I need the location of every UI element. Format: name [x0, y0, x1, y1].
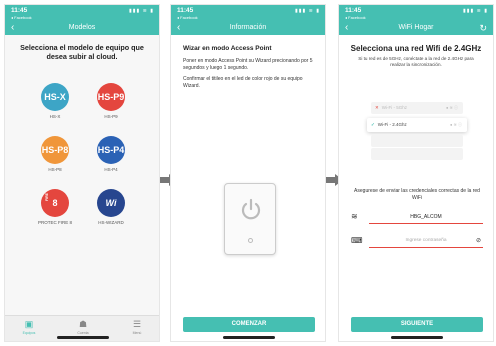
- back-chevron-icon[interactable]: ‹: [11, 22, 14, 33]
- tab-cuenta[interactable]: ☗ Cuenta: [63, 319, 103, 335]
- wizard-device-illustration: [224, 183, 276, 255]
- wifi-option-label: Wi-Fi - 5Ghz: [381, 105, 408, 110]
- nav-bar: ‹ Modelos: [5, 22, 159, 35]
- refresh-icon[interactable]: ↻: [479, 22, 487, 34]
- tab-label: Menú: [132, 331, 142, 335]
- status-bar: 11:45 ◂ Facebook ▮▮▮ ≋ ▮: [171, 5, 325, 22]
- status-signal-icons: ▮▮▮ ≋ ▮: [463, 8, 488, 14]
- wifi-option-placeholder: [371, 148, 463, 160]
- status-bar: 11:45 ◂ Facebook ▮▮▮ ≋ ▮: [339, 5, 493, 22]
- keyboard-icon: ⌨: [351, 236, 363, 245]
- eye-slash-icon[interactable]: ⊘: [476, 237, 481, 245]
- ssid-field[interactable]: HBG_ALCOM: [369, 211, 483, 224]
- status-carrier: ◂ Facebook: [345, 15, 366, 20]
- model-label: HS-WIZARD: [98, 220, 124, 225]
- nav-title: Modelos: [68, 24, 96, 31]
- wifi-signal-icon: ● ≋ ⓘ: [446, 105, 458, 110]
- tab-equipos[interactable]: ▣ Equipos: [9, 319, 49, 335]
- wifi-subtitle: Si tu red es de 5GHz, conéctate a la red…: [358, 56, 474, 67]
- model-hs-x[interactable]: HS-X HS-X: [33, 83, 77, 119]
- protec-fire-logo-icon: FIRE 8: [41, 189, 69, 217]
- model-label: PROTEC FIRE 8: [37, 220, 72, 225]
- menu-icon: ☰: [132, 319, 142, 329]
- phone-screen-wifi: 11:45 ◂ Facebook ▮▮▮ ≋ ▮ ‹ WiFi Hogar ↻ …: [338, 4, 494, 342]
- wifi-option-2-4ghz[interactable]: ✓ Wi-Fi - 2.4Ghz ● ≋ ⓘ: [367, 118, 467, 132]
- check-icon: ✓: [371, 122, 375, 127]
- model-hs-wizard[interactable]: Wi HS-WIZARD: [89, 189, 133, 225]
- hs-p9-logo-icon: HS-P9: [97, 83, 125, 111]
- status-carrier: ◂ Facebook: [11, 15, 32, 20]
- next-button[interactable]: SIGUIENTE: [351, 317, 483, 332]
- model-label: HS-P4: [104, 167, 118, 172]
- nav-bar: ‹ WiFi Hogar ↻: [339, 22, 493, 35]
- credentials-note: Asegurese de enviar las credenciales cor…: [354, 188, 480, 201]
- status-bar: 11:45 ◂ Facebook ▮▮▮ ≋ ▮: [5, 5, 159, 22]
- devices-icon: ▣: [24, 319, 34, 329]
- status-carrier: ◂ Facebook: [177, 15, 198, 20]
- back-chevron-icon[interactable]: ‹: [177, 22, 180, 33]
- status-signal-icons: ▮▮▮ ≋ ▮: [129, 8, 154, 14]
- home-indicator: [223, 336, 275, 339]
- wifi-option-5ghz[interactable]: ✕ Wi-Fi - 5Ghz ● ≋ ⓘ: [371, 102, 463, 114]
- hs-p8-logo-icon: HS-P8: [41, 136, 69, 164]
- hs-wizard-logo-icon: Wi: [97, 189, 125, 217]
- model-label: HS-P9: [104, 114, 118, 119]
- led-indicator: [248, 238, 253, 243]
- account-icon: ☗: [78, 319, 88, 329]
- home-indicator: [57, 336, 109, 339]
- tab-label: Cuenta: [77, 331, 89, 335]
- power-icon: [241, 198, 261, 220]
- start-button[interactable]: COMENZAR: [183, 317, 315, 332]
- models-heading: Selecciona el modelo de equipo que desea…: [20, 43, 144, 61]
- back-chevron-icon[interactable]: ‹: [345, 22, 348, 33]
- model-hs-p8[interactable]: HS-P8 HS-P8: [33, 136, 77, 172]
- tab-label: Equipos: [22, 331, 36, 335]
- instruction-title: Wizar en modo Access Point: [183, 45, 272, 52]
- model-hs-p9[interactable]: HS-P9 HS-P9: [89, 83, 133, 119]
- model-label: HS-P8: [48, 167, 62, 172]
- model-protec-fire-8[interactable]: FIRE 8 PROTEC FIRE 8: [33, 189, 77, 225]
- hs-x-logo-icon: HS-X: [41, 83, 69, 111]
- wifi-option-label: Wi-Fi - 2.4Ghz: [377, 122, 407, 127]
- phone-screen-models: 11:45 ◂ Facebook ▮▮▮ ≋ ▮ ‹ Modelos Selec…: [4, 4, 160, 342]
- nav-bar: ‹ Información: [171, 22, 325, 35]
- hs-p4-logo-icon: HS-P4: [97, 136, 125, 164]
- tab-menu[interactable]: ☰ Menú: [117, 319, 157, 335]
- password-field[interactable]: Ingrese contraseña: [369, 235, 483, 248]
- password-field-row: ⌨ Ingrese contraseña ⊘: [351, 235, 483, 249]
- model-hs-p4[interactable]: HS-P4 HS-P4: [89, 136, 133, 172]
- wifi-signal-icon: ● ≋ ⓘ: [450, 122, 462, 127]
- wifi-icon: ≋: [351, 212, 358, 221]
- phone-screen-info: 11:45 ◂ Facebook ▮▮▮ ≋ ▮ ‹ Información W…: [170, 4, 326, 342]
- nav-title: WiFi Hogar: [398, 24, 434, 31]
- wifi-option-placeholder: [371, 135, 463, 147]
- model-label: HS-X: [49, 114, 61, 119]
- wifi-title: Selecciona una red Wifi de 2.4GHz: [350, 44, 482, 53]
- instruction-step-2: Confirmar el titileo en el led de color …: [183, 76, 303, 89]
- instruction-step-1: Poner en modo Access Point su Wizard pre…: [183, 58, 313, 71]
- nav-title: Información: [229, 24, 267, 31]
- ssid-field-row: ≋ HBG_ALCOM: [351, 211, 483, 225]
- wifi-list: ✕ Wi-Fi - 5Ghz ● ≋ ⓘ ✓ Wi-Fi - 2.4Ghz ● ≋ …: [367, 102, 467, 160]
- instructions: Wizar en modo Access Point Poner en modo…: [171, 35, 325, 89]
- status-signal-icons: ▮▮▮ ≋ ▮: [295, 8, 320, 14]
- home-indicator: [391, 336, 443, 339]
- reject-icon: ✕: [375, 105, 379, 110]
